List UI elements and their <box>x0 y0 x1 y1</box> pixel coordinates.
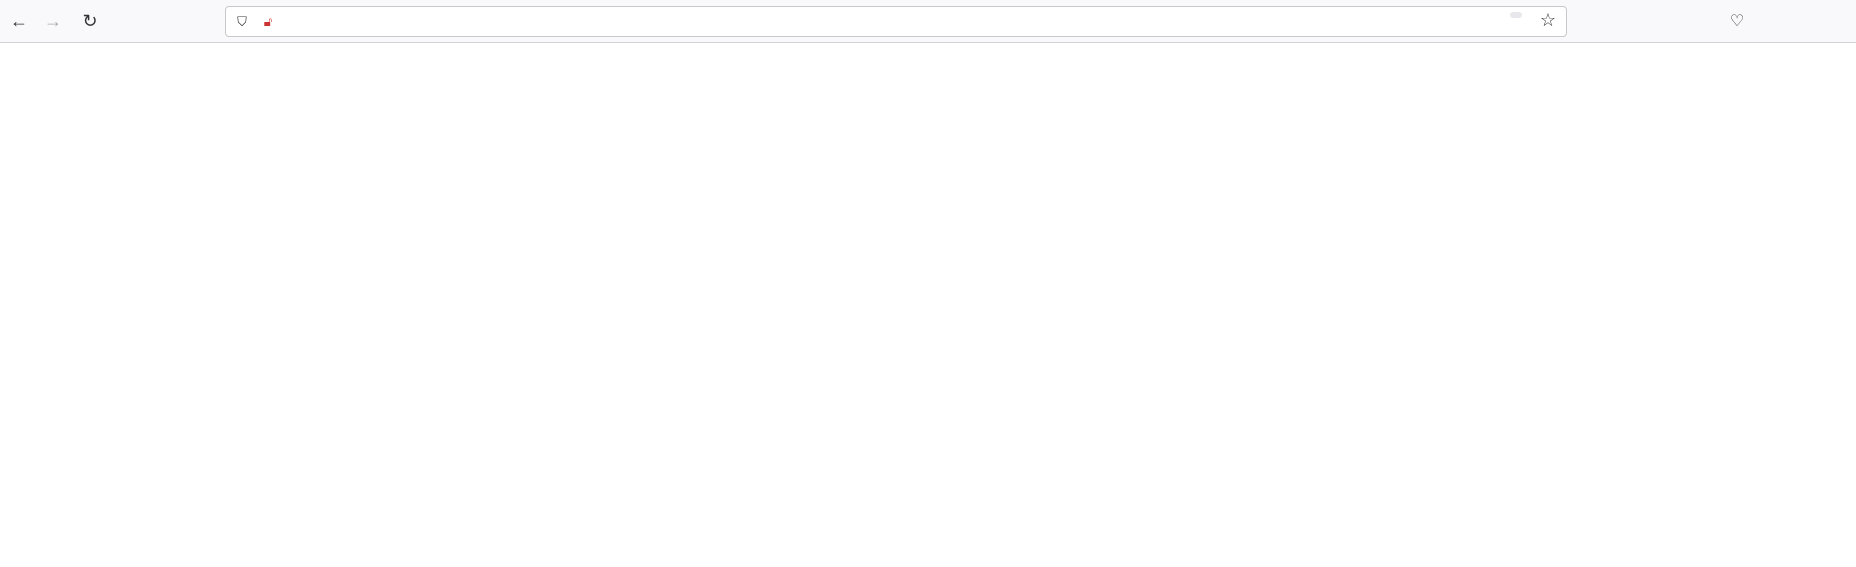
zoom-level[interactable] <box>1510 12 1522 18</box>
browser-toolbar: ← → ↻ ⛉ 🔓︎ ☆ ♡ <box>0 0 1856 43</box>
insecure-lock-icon[interactable]: 🔓︎ <box>258 12 278 32</box>
bookmark-star-icon[interactable]: ☆ <box>1540 10 1556 31</box>
url-bar[interactable]: ⛉ 🔓︎ ☆ <box>225 6 1567 37</box>
reload-icon[interactable]: ↻ <box>75 6 105 36</box>
shield-icon[interactable]: ⛉ <box>232 12 252 32</box>
back-icon[interactable]: ← <box>4 6 34 36</box>
forward-icon[interactable]: → <box>38 6 68 36</box>
